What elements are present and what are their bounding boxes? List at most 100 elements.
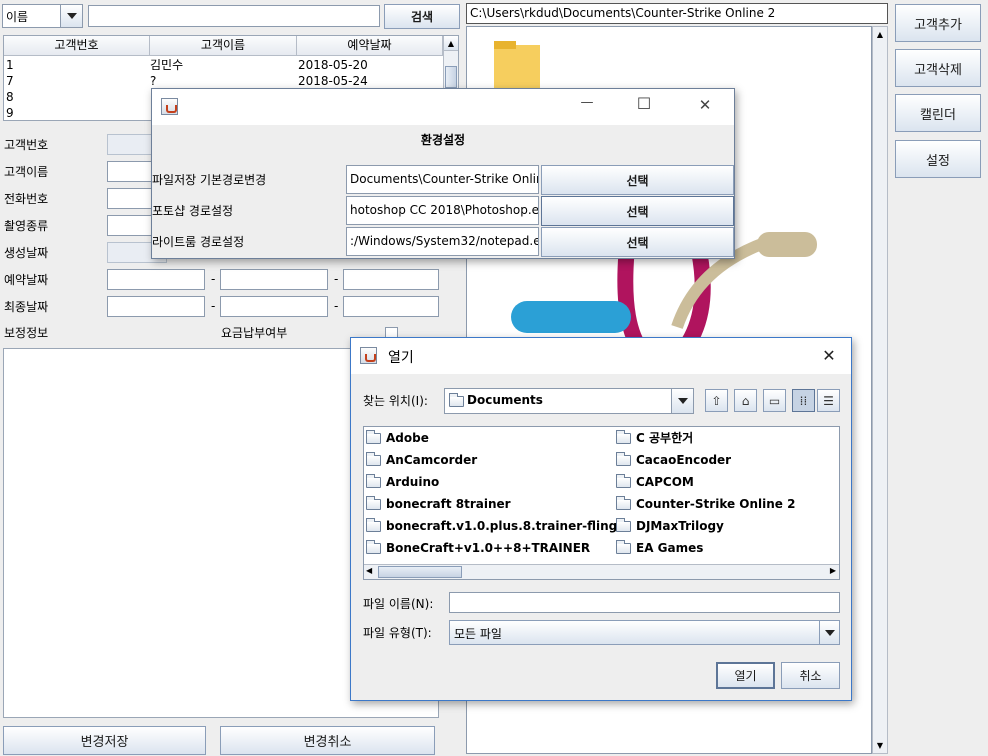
photoshop-select-button[interactable]: 선택 (541, 196, 734, 226)
file-list-item[interactable]: bonecraft.v1.0.plus.8.trainer-fling (366, 516, 617, 536)
add-customer-button[interactable]: 고객추가 (895, 4, 981, 42)
folder-icon (449, 393, 464, 407)
column-header-id[interactable]: 고객번호 (4, 36, 150, 56)
new-folder-icon[interactable]: ▭ (763, 389, 786, 412)
java-icon (360, 347, 377, 364)
label-phone: 전화번호 (4, 192, 49, 206)
folder-icon (616, 540, 631, 554)
column-header-date[interactable]: 예약날짜 (297, 36, 443, 56)
cancel-button[interactable]: 취소 (781, 662, 840, 689)
search-input[interactable] (88, 5, 380, 27)
photoshop-path-field[interactable]: hotoshop CC 2018\Photoshop.exe (346, 196, 539, 225)
scroll-right-icon[interactable]: ▶ (830, 566, 836, 575)
folder-icon (366, 518, 381, 532)
details-view-icon[interactable]: ☰ (817, 389, 840, 412)
file-list-item[interactable]: CAPCOM (616, 472, 694, 492)
up-one-level-icon[interactable]: ⇧ (705, 389, 728, 412)
open-button[interactable]: 열기 (716, 662, 775, 689)
label-shoot-type: 촬영종류 (4, 219, 49, 233)
scroll-up-icon[interactable]: ▲ (444, 36, 458, 51)
close-icon[interactable]: ✕ (816, 346, 842, 365)
search-button[interactable]: 검색 (384, 4, 460, 29)
date-separator: - (334, 299, 339, 313)
folder-icon (366, 430, 381, 444)
reserve-day-field[interactable] (343, 269, 439, 290)
scroll-down-icon[interactable]: ▼ (873, 738, 887, 753)
save-path-select-button[interactable]: 선택 (541, 165, 734, 195)
reserve-year-field[interactable] (107, 269, 205, 290)
folder-icon (616, 518, 631, 532)
list-view-icon[interactable]: ⁞⁞ (792, 389, 815, 412)
minimize-icon[interactable]: — (572, 95, 602, 110)
chevron-down-icon[interactable] (671, 389, 693, 413)
maximize-icon[interactable]: ☐ (629, 94, 659, 113)
final-day-field[interactable] (343, 296, 439, 317)
scroll-left-icon[interactable]: ◀ (366, 566, 372, 575)
chevron-down-icon[interactable] (819, 621, 839, 644)
filetype-label: 파일 유형(T): (363, 626, 432, 640)
path-display[interactable]: C:\Users\rkdud\Documents\Counter-Strike … (466, 3, 888, 24)
dropdown-arrow-icon[interactable] (60, 5, 82, 27)
delete-customer-button[interactable]: 고객삭제 (895, 49, 981, 87)
table-row-cell[interactable]: 7 (6, 73, 14, 89)
date-separator: - (211, 272, 216, 286)
preview-scrollbar[interactable]: ▲ ▼ (872, 26, 888, 754)
label-created-date: 생성날짜 (4, 246, 49, 260)
look-in-combo[interactable]: Documents (444, 388, 694, 414)
scroll-up-icon[interactable]: ▲ (873, 27, 887, 42)
lightroom-select-button[interactable]: 선택 (541, 227, 734, 257)
file-list-item[interactable]: Counter-Strike Online 2 (616, 494, 795, 514)
file-list-item[interactable]: Arduino (366, 472, 439, 492)
file-list-item[interactable]: bonecraft 8trainer (366, 494, 511, 514)
save-changes-button[interactable]: 변경저장 (3, 726, 206, 755)
save-path-field[interactable]: Documents\Counter-Strike Online 2 (346, 165, 539, 194)
table-row-cell[interactable]: ? (150, 73, 156, 89)
folder-icon (366, 540, 381, 554)
final-month-field[interactable] (220, 296, 328, 317)
date-separator: - (334, 272, 339, 286)
table-row-cell[interactable]: 2018-05-24 (298, 73, 368, 89)
table-row-cell[interactable]: 2018-05-20 (298, 57, 368, 73)
table-row-cell[interactable]: 8 (6, 89, 14, 105)
scroll-thumb[interactable] (445, 66, 457, 88)
open-titlebar[interactable]: 열기 ✕ (351, 338, 851, 374)
column-header-name[interactable]: 고객이름 (150, 36, 297, 56)
reserve-month-field[interactable] (220, 269, 328, 290)
file-list-item[interactable]: EA Games (616, 538, 703, 558)
table-row-cell[interactable]: 1 (6, 57, 14, 73)
file-list[interactable]: Adobe AnCamcorder Arduino bonecraft 8tra… (363, 426, 840, 580)
field-select[interactable]: 이름 (2, 4, 83, 28)
scroll-thumb[interactable] (378, 566, 462, 578)
file-list-item[interactable]: DJMaxTrilogy (616, 516, 724, 536)
home-icon[interactable]: ⌂ (734, 389, 757, 412)
final-year-field[interactable] (107, 296, 205, 317)
settings-button[interactable]: 설정 (895, 140, 981, 178)
date-separator: - (211, 299, 216, 313)
label-fee-paid: 요금납부여부 (221, 326, 288, 340)
table-row-cell[interactable]: 9 (6, 105, 14, 121)
file-list-item[interactable]: C 공부한거 (616, 428, 693, 448)
table-row-cell[interactable]: 김민수 (150, 57, 183, 73)
look-in-label: 찾는 위치(I): (363, 394, 428, 408)
settings-dialog: — ☐ ✕ 환경설정 파일저장 기본경로변경 Documents\Counter… (151, 88, 735, 259)
calendar-button[interactable]: 캘린더 (895, 94, 981, 132)
java-icon (161, 98, 178, 115)
lightroom-path-field[interactable]: :/Windows/System32/notepad.exe (346, 227, 539, 256)
label-customer-name: 고객이름 (4, 165, 49, 179)
folder-icon (366, 452, 381, 466)
field-select-value: 이름 (6, 10, 29, 24)
cancel-changes-button[interactable]: 변경취소 (220, 726, 435, 755)
label-retouch-info: 보정정보 (4, 326, 49, 340)
file-list-item[interactable]: Adobe (366, 428, 429, 448)
folder-icon (616, 474, 631, 488)
look-in-value: Documents (467, 393, 543, 407)
file-list-item[interactable]: BoneCraft+v1.0++8+TRAINER (366, 538, 590, 558)
file-list-item[interactable]: AnCamcorder (366, 450, 477, 470)
file-list-hscrollbar[interactable]: ◀ ▶ (364, 564, 839, 579)
close-icon[interactable]: ✕ (690, 96, 720, 114)
filename-input[interactable] (449, 592, 840, 613)
settings-titlebar[interactable]: — ☐ ✕ (152, 89, 734, 125)
settings-label-photoshop: 포토샵 경로설정 (152, 204, 234, 218)
filetype-combo[interactable]: 모든 파일 (449, 620, 840, 645)
file-list-item[interactable]: CacaoEncoder (616, 450, 731, 470)
